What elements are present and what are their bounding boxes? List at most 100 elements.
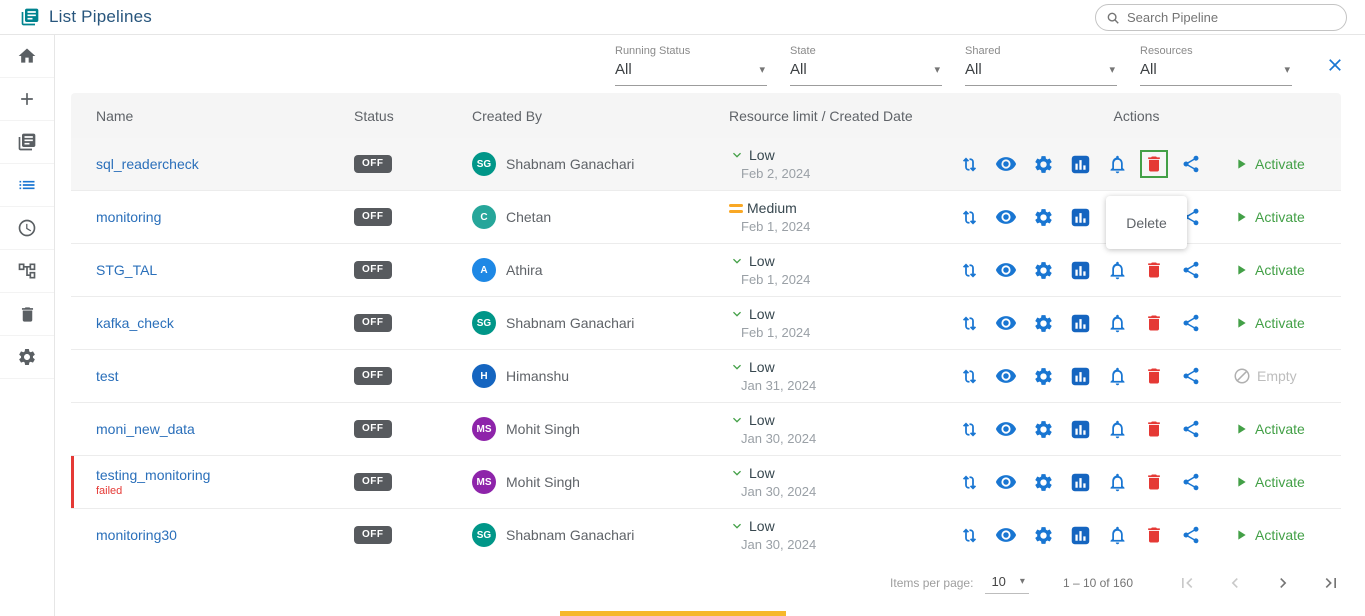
sidebar-item-history[interactable]: [0, 207, 54, 250]
notifications-button[interactable]: [1106, 312, 1128, 334]
transfer-button[interactable]: [958, 365, 980, 387]
view-button[interactable]: [995, 259, 1017, 281]
pipeline-name-link[interactable]: testing_monitoring: [96, 467, 210, 483]
transfer-button[interactable]: [958, 524, 980, 546]
view-button[interactable]: [995, 524, 1017, 546]
share-button[interactable]: [1180, 365, 1202, 387]
run-settings-button[interactable]: [1032, 471, 1054, 493]
transfer-button[interactable]: [958, 259, 980, 281]
analytics-button[interactable]: [1069, 259, 1091, 281]
sidebar-item-list-pipelines[interactable]: [0, 164, 54, 207]
delete-button[interactable]: [1143, 312, 1165, 334]
bar-chart-icon: [1070, 154, 1091, 175]
analytics-button[interactable]: [1069, 471, 1091, 493]
notifications-button[interactable]: [1106, 153, 1128, 175]
notifications-button[interactable]: [1106, 365, 1128, 387]
share-icon: [1181, 260, 1201, 280]
created-date: Feb 2, 2024: [741, 166, 810, 181]
notifications-button[interactable]: [1106, 524, 1128, 546]
search-input[interactable]: [1127, 10, 1336, 25]
last-page-button[interactable]: [1319, 571, 1343, 595]
share-button[interactable]: [1180, 259, 1202, 281]
activate-button[interactable]: Activate: [1233, 421, 1305, 437]
share-button[interactable]: [1180, 312, 1202, 334]
filter-shared: Shared All ▾: [965, 45, 1117, 86]
sidebar-item-settings[interactable]: [0, 336, 54, 379]
pipeline-name-link[interactable]: STG_TAL: [96, 262, 157, 278]
transfer-button[interactable]: [958, 206, 980, 228]
state-select[interactable]: All ▾: [790, 60, 942, 86]
analytics-button[interactable]: [1069, 418, 1091, 440]
transfer-button[interactable]: [958, 471, 980, 493]
sidebar-item-create[interactable]: [0, 78, 54, 121]
delete-button[interactable]: [1143, 524, 1165, 546]
run-settings-button[interactable]: [1032, 312, 1054, 334]
share-button[interactable]: [1180, 471, 1202, 493]
transfer-button[interactable]: [958, 312, 980, 334]
delete-button[interactable]: [1143, 259, 1165, 281]
analytics-button[interactable]: [1069, 312, 1091, 334]
swap-vert-icon: [959, 472, 980, 493]
run-settings-button[interactable]: [1032, 153, 1054, 175]
view-button[interactable]: [995, 365, 1017, 387]
share-button[interactable]: [1180, 153, 1202, 175]
activate-button[interactable]: Activate: [1233, 209, 1305, 225]
pipeline-name-link[interactable]: moni_new_data: [96, 421, 195, 437]
trash-icon: [1144, 154, 1164, 174]
notifications-button[interactable]: [1106, 418, 1128, 440]
sidebar-item-workflow[interactable]: [0, 250, 54, 293]
activate-button[interactable]: Activate: [1233, 474, 1305, 490]
activate-button[interactable]: Activate: [1233, 262, 1305, 278]
previous-page-button[interactable]: [1223, 571, 1247, 595]
sidebar-item-trash[interactable]: [0, 293, 54, 336]
swap-vert-icon: [959, 525, 980, 546]
delete-button[interactable]: [1143, 471, 1165, 493]
delete-button[interactable]: [1143, 365, 1165, 387]
delete-button[interactable]: [1143, 153, 1165, 175]
pipeline-name-link[interactable]: kafka_check: [96, 315, 174, 331]
resources-select[interactable]: All ▾: [1140, 60, 1292, 86]
pipeline-name-link[interactable]: test: [96, 368, 119, 384]
view-button[interactable]: [995, 471, 1017, 493]
run-settings-button[interactable]: [1032, 259, 1054, 281]
bell-icon: [1107, 260, 1128, 281]
activate-label: Activate: [1255, 527, 1305, 543]
view-button[interactable]: [995, 418, 1017, 440]
share-button[interactable]: [1180, 418, 1202, 440]
notifications-button[interactable]: [1106, 471, 1128, 493]
notifications-button[interactable]: [1106, 259, 1128, 281]
run-settings-button[interactable]: [1032, 365, 1054, 387]
analytics-button[interactable]: [1069, 365, 1091, 387]
activate-button[interactable]: Activate: [1233, 315, 1305, 331]
pipeline-name-link[interactable]: monitoring: [96, 209, 161, 225]
transfer-button[interactable]: [958, 153, 980, 175]
view-button[interactable]: [995, 312, 1017, 334]
view-button[interactable]: [995, 153, 1017, 175]
transfer-button[interactable]: [958, 418, 980, 440]
gear-icon: [1033, 525, 1054, 546]
run-settings-button[interactable]: [1032, 524, 1054, 546]
activate-button[interactable]: Activate: [1233, 156, 1305, 172]
run-settings-button[interactable]: [1032, 206, 1054, 228]
analytics-button[interactable]: [1069, 206, 1091, 228]
plus-icon: [17, 89, 37, 109]
pipeline-name-link[interactable]: sql_readercheck: [96, 156, 199, 172]
delete-button[interactable]: [1143, 418, 1165, 440]
items-per-page-select[interactable]: 10 ▾: [985, 572, 1029, 594]
shared-select[interactable]: All ▾: [965, 60, 1117, 86]
sidebar-item-home[interactable]: [0, 35, 54, 78]
analytics-button[interactable]: [1069, 153, 1091, 175]
activate-button[interactable]: Activate: [1233, 527, 1305, 543]
close-filters-button[interactable]: [1323, 53, 1347, 77]
view-button[interactable]: [995, 206, 1017, 228]
next-page-button[interactable]: [1271, 571, 1295, 595]
run-settings-button[interactable]: [1032, 418, 1054, 440]
pipeline-name-link[interactable]: monitoring30: [96, 527, 177, 543]
analytics-button[interactable]: [1069, 524, 1091, 546]
filter-label: State: [790, 45, 942, 57]
share-button[interactable]: [1180, 524, 1202, 546]
sidebar-item-templates[interactable]: [0, 121, 54, 164]
first-page-button[interactable]: [1175, 571, 1199, 595]
table-row: moni_new_data OFF MS Mohit Singh Low Jan…: [71, 403, 1341, 456]
running-status-select[interactable]: All ▾: [615, 60, 767, 86]
